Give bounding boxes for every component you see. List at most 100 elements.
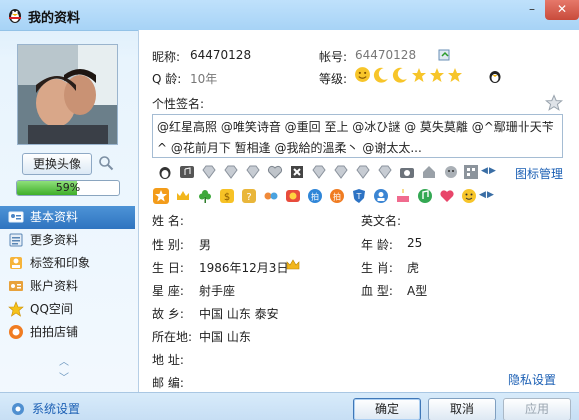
ok-button[interactable]: 确定: [353, 398, 421, 420]
birthday-value[interactable]: 1986年12月3日: [199, 259, 288, 276]
icon-manage-link[interactable]: 图标管理: [515, 165, 563, 182]
title-bar[interactable]: 我的资料 – ✕: [0, 0, 579, 31]
star-icon: [448, 68, 462, 82]
cake-icon[interactable]: [395, 188, 411, 204]
diamond-badge-icon[interactable]: [201, 164, 217, 180]
settings-gear-icon[interactable]: [10, 401, 26, 417]
question-icon[interactable]: ?: [241, 188, 257, 204]
badge-row-next-icon[interactable]: ▶: [487, 190, 494, 200]
sidebar-item-basic-info[interactable]: 基本资料: [0, 206, 135, 229]
nickname-value[interactable]: 64470128: [190, 48, 251, 62]
badge-row-prev-icon[interactable]: ◀: [479, 190, 486, 200]
heart-badge-icon[interactable]: [267, 164, 283, 180]
account-icon: [9, 281, 23, 291]
diamond-badge-icon[interactable]: [377, 164, 393, 180]
sidebar-item-label: 标签和印象: [30, 256, 91, 270]
qq-penguin-badge-icon[interactable]: [157, 164, 173, 180]
kids-icon[interactable]: [263, 188, 279, 204]
main-panel: 昵称: 64470128 帐号: 64470128 Q 龄: 10年 等级: 个…: [138, 30, 579, 392]
name-label: 姓 名:: [152, 214, 184, 228]
sidebar-item-qzone[interactable]: QQ空间: [0, 298, 135, 321]
sidebar-nav: 基本资料 更多资料 标签和印象 账户资料 QQ空间 拍拍店铺: [0, 206, 135, 344]
list-icon: [9, 233, 23, 247]
diamond-badge-icon[interactable]: [311, 164, 327, 180]
hometown-value[interactable]: 中国 山东 泰安: [199, 305, 279, 322]
zodiac-value[interactable]: 虎: [407, 259, 419, 276]
birthday-label: 生 日:: [152, 261, 184, 275]
close-button[interactable]: ✕: [545, 0, 579, 20]
heart-couple-icon[interactable]: [439, 188, 455, 204]
location-label: 所在地:: [152, 330, 193, 344]
pet-icon[interactable]: [285, 188, 301, 204]
diamond-badge-icon[interactable]: [355, 164, 371, 180]
qq-shield-icon[interactable]: T: [351, 188, 367, 204]
friend-icon[interactable]: [373, 188, 389, 204]
bottom-bar: 系统设置 确定 取消 应用: [0, 392, 579, 420]
house-badge-icon[interactable]: [421, 164, 437, 180]
camera-badge-icon[interactable]: [399, 164, 415, 180]
blood-type-value[interactable]: A型: [407, 282, 427, 299]
zodiac-label: 生 肖:: [361, 261, 393, 275]
music-badge-icon[interactable]: [179, 164, 195, 180]
progress-text: 59%: [55, 181, 81, 194]
sidebar-item-more-info[interactable]: 更多资料: [0, 229, 135, 252]
change-avatar-button[interactable]: 更换头像: [22, 153, 92, 175]
system-settings-link[interactable]: 系统设置: [32, 400, 80, 417]
diamond-badge-icon[interactable]: [223, 164, 239, 180]
game-badge-icon[interactable]: [443, 164, 459, 180]
music-note-icon[interactable]: [417, 188, 433, 204]
badge-row-1: ◀ ▶: [157, 164, 497, 182]
star-outline-icon[interactable]: [545, 94, 563, 112]
copy-icon[interactable]: [437, 47, 453, 63]
gender-value[interactable]: 男: [199, 236, 211, 253]
clover-icon[interactable]: [197, 188, 213, 204]
crown-icon: [286, 259, 300, 270]
badge-row-next-icon[interactable]: ▶: [489, 166, 496, 176]
apply-button[interactable]: 应用: [503, 398, 571, 420]
sun-icon: [355, 67, 370, 82]
grid-badge-icon[interactable]: [463, 164, 479, 180]
sidebar-item-label: 拍拍店铺: [30, 325, 79, 339]
sidebar-item-label: QQ空间: [30, 302, 73, 316]
sidebar-item-label: 基本资料: [30, 210, 79, 224]
diamond-badge-icon[interactable]: [333, 164, 349, 180]
cross-badge-icon[interactable]: [289, 164, 305, 180]
sidebar-item-account[interactable]: 账户资料: [0, 275, 135, 298]
dollar-icon[interactable]: $: [219, 188, 235, 204]
svg-text:$: $: [224, 192, 230, 203]
sidebar-item-paipai-shop[interactable]: 拍拍店铺: [0, 321, 135, 344]
qage-value: 10年: [190, 72, 218, 86]
vip-star-icon[interactable]: [153, 188, 169, 204]
id-card-icon: [8, 211, 24, 223]
account-value: 64470128: [355, 48, 417, 62]
level-icons[interactable]: [354, 66, 464, 84]
star-icon: [430, 68, 444, 82]
star-space-icon: [8, 301, 24, 317]
emoji-icon[interactable]: [461, 188, 477, 204]
sidebar-item-tags[interactable]: 标签和印象: [0, 252, 135, 275]
postcode-label: 邮 编:: [152, 376, 184, 390]
minimize-button[interactable]: –: [519, 0, 545, 20]
svg-text:拍: 拍: [333, 192, 341, 202]
qq-penguin-icon[interactable]: [487, 68, 503, 84]
star-sign-value[interactable]: 射手座: [199, 282, 235, 299]
signature-label: 个性签名:: [152, 97, 205, 111]
signature-text[interactable]: @红星高照 @唯笑诗音 @重回 至上 @冰ひ謎 @ 莫失莫離 @^鄢珊卝天苄^ …: [152, 114, 563, 158]
crown-icon[interactable]: [175, 188, 191, 204]
location-value[interactable]: 中国 山东: [199, 328, 251, 345]
age-value[interactable]: 25: [407, 236, 422, 250]
nav-scroll-up-button[interactable]: ︿: [58, 358, 70, 368]
moon-icon: [373, 67, 388, 83]
paipai-icon[interactable]: 拍: [307, 188, 323, 204]
sidebar-item-label: 账户资料: [30, 279, 79, 293]
window-title: 我的资料: [28, 11, 81, 26]
privacy-settings-link[interactable]: 隐私设置: [508, 371, 556, 388]
cancel-button[interactable]: 取消: [428, 398, 496, 420]
nav-scroll-down-button[interactable]: ﹀: [58, 374, 70, 384]
left-panel: 更换头像 59% 基本资料 更多资料 标签和印象 账户资料 QQ空间 拍拍店铺 …: [0, 30, 135, 392]
avatar[interactable]: [17, 44, 118, 145]
badge-row-prev-icon[interactable]: ◀: [481, 166, 488, 176]
tenpay-icon[interactable]: 拍: [329, 188, 345, 204]
diamond-badge-icon[interactable]: [245, 164, 261, 180]
magnifier-icon[interactable]: [98, 155, 114, 171]
